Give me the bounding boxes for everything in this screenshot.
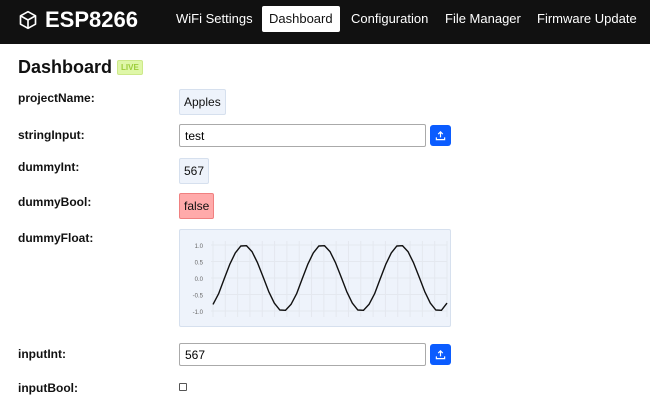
stringInput-submit-button[interactable] — [430, 125, 451, 146]
nav-configuration[interactable]: Configuration — [344, 6, 435, 32]
y-tick-label: 1.0 — [195, 244, 204, 250]
upload-icon — [435, 349, 446, 360]
label-dummyInt: dummyInt: — [18, 160, 80, 174]
chart-svg: 1.0 0.5 0.0 -0.5 -1.0 — [193, 241, 448, 317]
y-tick-label: 0.5 — [195, 261, 204, 267]
label-inputBool: inputBool: — [18, 381, 78, 395]
label-projectName: projectName: — [18, 91, 95, 105]
nav-file-manager[interactable]: File Manager — [438, 6, 528, 32]
inputInt-submit-button[interactable] — [430, 344, 451, 365]
value-dummyBool: false — [179, 193, 215, 219]
navbar: ESP8266 WiFi Settings Dashboard Configur… — [0, 0, 650, 44]
page-title: Dashboard LIVE — [18, 57, 143, 78]
value-dummyInt: 567 — [179, 158, 210, 184]
cube-icon — [19, 10, 37, 30]
live-badge: LIVE — [117, 60, 143, 75]
label-dummyBool: dummyBool: — [18, 195, 92, 209]
page-title-text: Dashboard — [18, 57, 113, 77]
nav-wifi-settings[interactable]: WiFi Settings — [169, 6, 260, 32]
label-inputInt: inputInt: — [18, 347, 66, 361]
y-tick-label: -1.0 — [193, 310, 204, 316]
brand[interactable]: ESP8266 — [18, 7, 138, 33]
y-tick-label: 0.0 — [195, 277, 204, 283]
value-projectName: Apples — [179, 89, 226, 115]
y-tick-label: -0.5 — [193, 294, 204, 300]
label-dummyFloat: dummyFloat: — [18, 231, 94, 245]
brand-name: ESP8266 — [45, 7, 138, 32]
inputInt-field[interactable] — [179, 343, 426, 366]
stringInput-field[interactable] — [179, 124, 426, 147]
nav-dashboard[interactable]: Dashboard — [262, 6, 340, 32]
label-stringInput: stringInput: — [18, 128, 85, 142]
dummyFloat-chart: 1.0 0.5 0.0 -0.5 -1.0 — [179, 229, 451, 327]
upload-icon — [435, 130, 446, 141]
nav-firmware-update[interactable]: Firmware Update — [530, 6, 644, 32]
inputBool-checkbox[interactable] — [179, 383, 187, 391]
